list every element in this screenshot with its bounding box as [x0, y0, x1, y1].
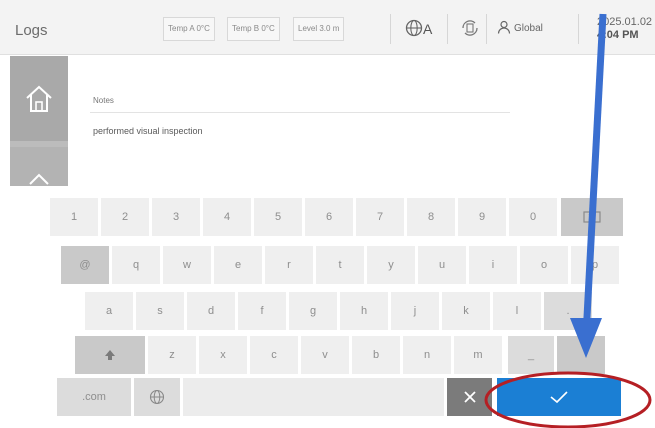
- backspace-key[interactable]: [561, 198, 623, 236]
- level-status: Level 3.0 m: [293, 17, 345, 41]
- key-z[interactable]: z: [148, 336, 196, 374]
- home-button[interactable]: [10, 56, 68, 141]
- shift-right-key[interactable]: [557, 336, 605, 374]
- key-2[interactable]: 2: [101, 198, 149, 236]
- key-k[interactable]: k: [442, 292, 490, 330]
- home-secondary-button[interactable]: [10, 147, 68, 186]
- language-key[interactable]: [134, 378, 180, 416]
- key-g[interactable]: g: [289, 292, 337, 330]
- page-title: Logs: [15, 22, 48, 39]
- key-e[interactable]: e: [214, 246, 262, 284]
- key-q[interactable]: q: [112, 246, 160, 284]
- notes-label: Notes: [93, 96, 114, 105]
- key-6[interactable]: 6: [305, 198, 353, 236]
- confirm-button[interactable]: [497, 378, 621, 416]
- key-0[interactable]: 0: [509, 198, 557, 236]
- temp-b-status: Temp B 0°C: [227, 17, 280, 41]
- sync-icon: [462, 20, 478, 36]
- key-m[interactable]: m: [454, 336, 502, 374]
- key-b[interactable]: b: [352, 336, 400, 374]
- key-1[interactable]: 1: [50, 198, 98, 236]
- notes-divider: [90, 112, 510, 113]
- space-key[interactable]: [183, 378, 444, 416]
- shift-key[interactable]: [75, 336, 145, 374]
- key-5[interactable]: 5: [254, 198, 302, 236]
- dotcom-key[interactable]: .com: [57, 378, 131, 416]
- temp-a-status: Temp A 0°C: [163, 17, 215, 41]
- cancel-button[interactable]: [447, 378, 492, 416]
- key-u[interactable]: u: [418, 246, 466, 284]
- header-divider: [447, 14, 448, 44]
- shift-icon: [105, 350, 115, 360]
- user-label: Global: [514, 23, 543, 34]
- key-8[interactable]: 8: [407, 198, 455, 236]
- key-j[interactable]: j: [391, 292, 439, 330]
- key-s[interactable]: s: [136, 292, 184, 330]
- key-x[interactable]: x: [199, 336, 247, 374]
- checkmark-icon: [550, 391, 568, 404]
- key-9[interactable]: 9: [458, 198, 506, 236]
- user-button[interactable]: Global: [497, 20, 543, 34]
- key-c[interactable]: c: [250, 336, 298, 374]
- top-bar: Logs Temp A 0°C Temp B 0°C Level 3.0 m A…: [0, 0, 655, 55]
- key-w[interactable]: w: [163, 246, 211, 284]
- home-icon: [26, 85, 52, 112]
- notes-input[interactable]: performed visual inspection: [93, 126, 203, 136]
- language-label: A: [423, 21, 433, 37]
- key-o[interactable]: o: [520, 246, 568, 284]
- underscore-key[interactable]: _: [508, 336, 554, 374]
- header-divider: [486, 14, 487, 44]
- backspace-icon: [583, 211, 601, 223]
- datetime-display: 2025.01.02 4:04 PM: [597, 16, 655, 42]
- key-n[interactable]: n: [403, 336, 451, 374]
- key-t[interactable]: t: [316, 246, 364, 284]
- key-7[interactable]: 7: [356, 198, 404, 236]
- globe-icon: [405, 19, 423, 37]
- close-icon: [463, 391, 476, 403]
- key-a[interactable]: a: [85, 292, 133, 330]
- language-button[interactable]: A: [405, 19, 432, 37]
- date-text: 2025.01.02: [597, 16, 653, 28]
- key-f[interactable]: f: [238, 292, 286, 330]
- dot-key[interactable]: .: [544, 292, 592, 330]
- header-divider: [390, 14, 391, 44]
- key-d[interactable]: d: [187, 292, 235, 330]
- key-3[interactable]: 3: [152, 198, 200, 236]
- key-i[interactable]: i: [469, 246, 517, 284]
- key-v[interactable]: v: [301, 336, 349, 374]
- user-icon: [497, 20, 511, 34]
- sync-button[interactable]: [458, 16, 482, 45]
- home-icon: [29, 173, 49, 185]
- key-y[interactable]: y: [367, 246, 415, 284]
- time-text: 4:04 PM: [597, 29, 639, 41]
- key-r[interactable]: r: [265, 246, 313, 284]
- globe-icon: [149, 389, 165, 405]
- header-divider: [578, 14, 579, 44]
- key-4[interactable]: 4: [203, 198, 251, 236]
- key-h[interactable]: h: [340, 292, 388, 330]
- key-p[interactable]: p: [571, 246, 619, 284]
- sidebar: [10, 56, 68, 186]
- key-l[interactable]: l: [493, 292, 541, 330]
- at-key[interactable]: @: [61, 246, 109, 284]
